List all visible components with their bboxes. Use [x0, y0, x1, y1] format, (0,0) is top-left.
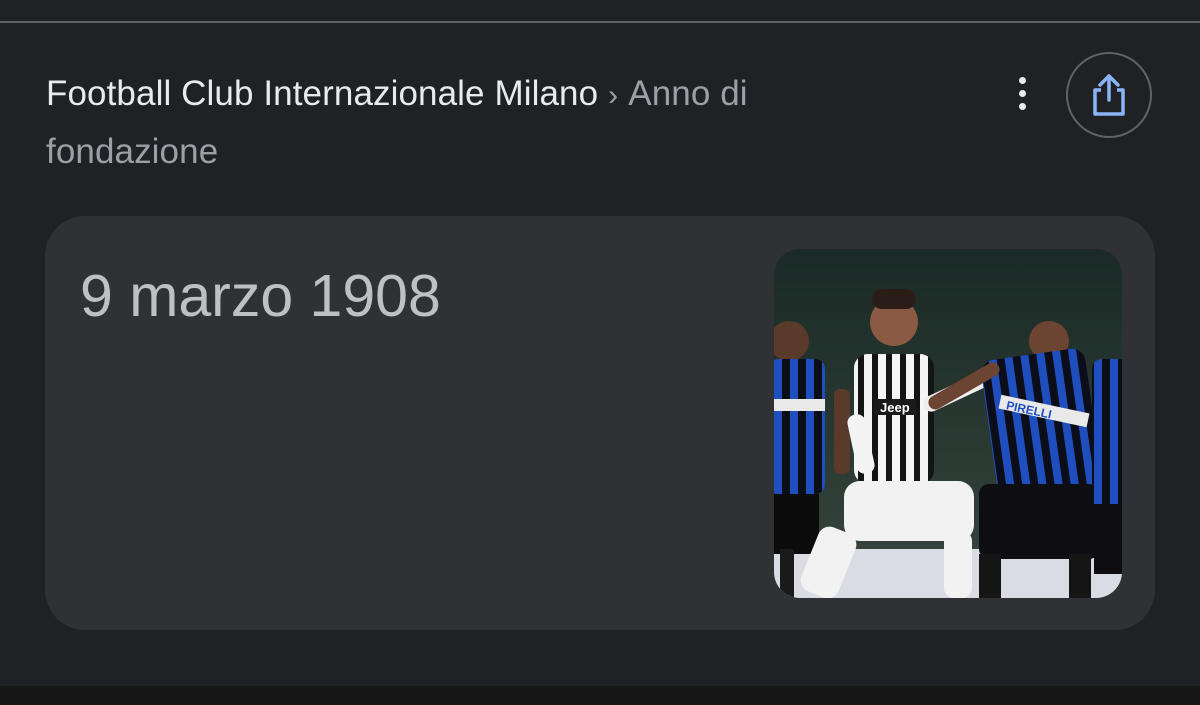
search-result-page: Football Club Internazionale Milano › Anno…: [0, 0, 1200, 705]
breadcrumb: Football Club Internazionale Milano › Anno…: [46, 66, 906, 180]
share-button[interactable]: [1066, 52, 1152, 138]
share-icon: [1093, 74, 1125, 116]
breadcrumb-entity[interactable]: Football Club Internazionale Milano: [46, 74, 598, 113]
more-options-button[interactable]: [1002, 70, 1042, 116]
football-photo: Jeep PIRELLI: [774, 249, 1122, 598]
more-vert-icon: [1018, 76, 1026, 84]
bottom-bar: [0, 686, 1200, 705]
football-photo-thumbnail[interactable]: Jeep PIRELLI: [774, 249, 1122, 598]
top-divider: [0, 21, 1200, 23]
juve-sponsor-text: Jeep: [880, 400, 910, 415]
answer-value: 9 marzo 1908: [80, 263, 441, 329]
answer-card: 9 marzo 1908 Jeep PIRELLI: [45, 216, 1155, 630]
breadcrumb-separator-icon: ›: [608, 79, 619, 112]
